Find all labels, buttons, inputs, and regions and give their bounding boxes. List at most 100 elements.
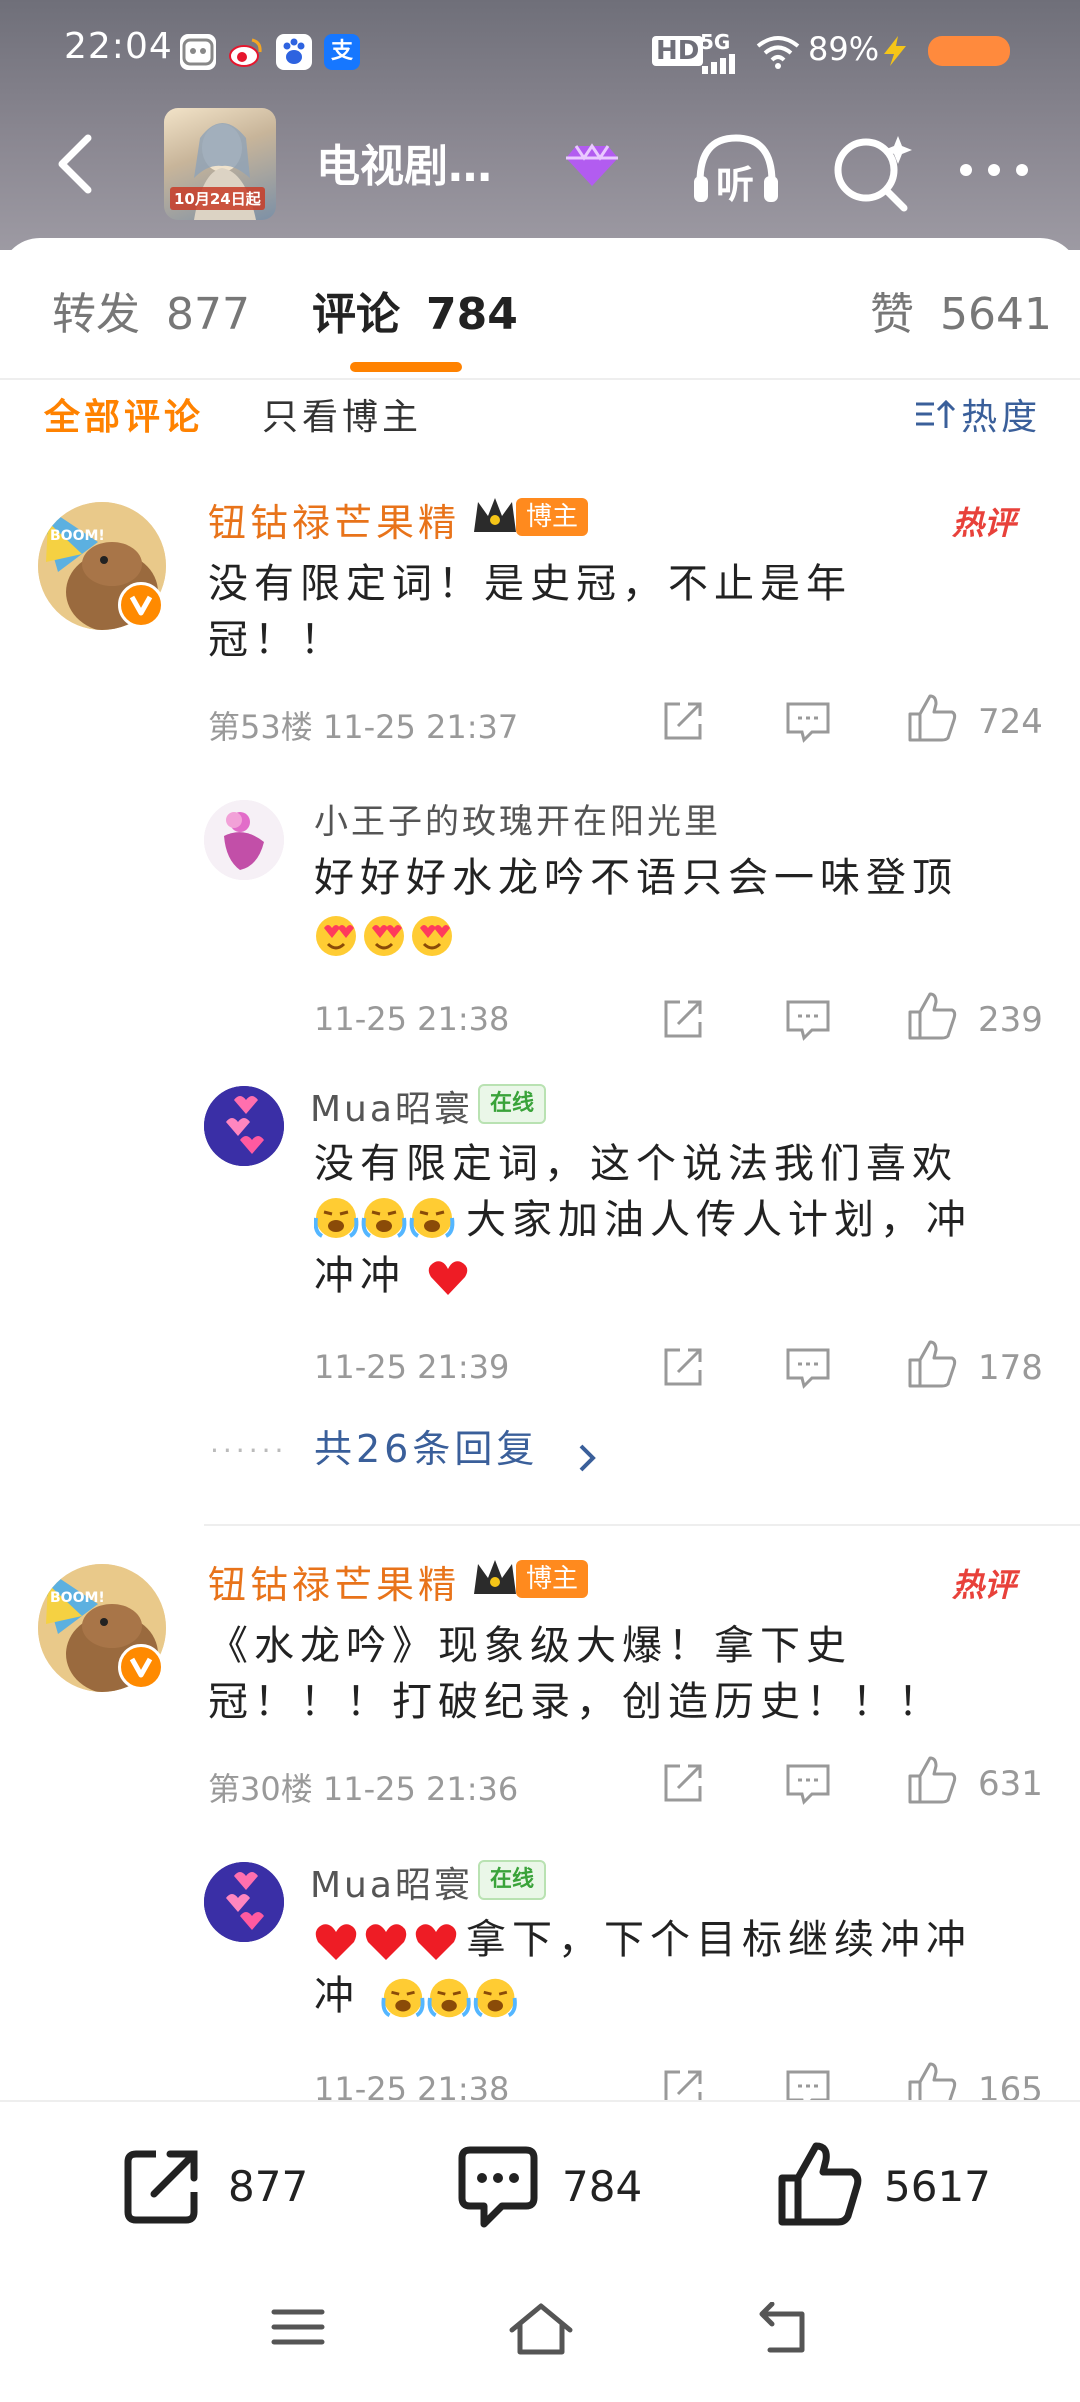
- like-count: 724: [978, 702, 1043, 742]
- back-button[interactable]: [40, 124, 120, 204]
- reply-icon[interactable]: [784, 698, 832, 748]
- more-replies-label: 共26条回复: [314, 1427, 539, 1471]
- host-badge: 博主: [516, 1560, 589, 1598]
- comment-button[interactable]: 784: [454, 2142, 654, 2242]
- like-icon[interactable]: [906, 1754, 960, 1810]
- search-button[interactable]: [822, 120, 922, 220]
- comment-count: 784: [562, 2162, 643, 2211]
- active-tab-indicator: [350, 362, 462, 372]
- tab-repost[interactable]: 转发 877: [52, 278, 250, 342]
- like-count: 178: [978, 1348, 1043, 1388]
- like-icon[interactable]: [906, 1338, 960, 1394]
- comment-author[interactable]: 钮钴禄芒果精: [208, 1554, 460, 1609]
- tab-like-label: 赞: [870, 289, 914, 340]
- more-button[interactable]: [948, 120, 1048, 220]
- hot-comment-badge: 热评: [952, 1566, 1017, 1604]
- system-menu-button[interactable]: [270, 2302, 326, 2356]
- avatar[interactable]: [204, 1086, 284, 1166]
- more-replies-link[interactable]: 共26条回复: [314, 1418, 603, 1476]
- tab-comment-count: 784: [426, 289, 518, 340]
- system-back-button[interactable]: [752, 2301, 812, 2360]
- pink-hearts-avatar-image: [204, 1862, 284, 1942]
- crying-laughing-emoji-icon: [381, 1978, 517, 2018]
- tab-bar: 转发 877 评论 784 赞 5641: [0, 238, 1080, 378]
- crown-icon: [470, 1556, 520, 1604]
- avatar[interactable]: [204, 800, 284, 880]
- listen-label: 听: [716, 163, 755, 207]
- share-icon[interactable]: [660, 1344, 706, 1394]
- sort-label: 热度: [961, 397, 1042, 438]
- tab-repost-count: 877: [166, 289, 250, 340]
- battery-percent: 89%: [808, 30, 880, 68]
- like-total-count: 5617: [884, 2162, 991, 2211]
- network-type: 5G: [700, 30, 731, 54]
- reply-text: 拿下，下个目标继续冲冲: [466, 1917, 972, 1963]
- battery-icon: [928, 36, 1010, 66]
- sort-by-hot-button[interactable]: 热度: [912, 388, 1041, 440]
- tab-repost-label: 转发: [52, 289, 140, 340]
- menu-lines-icon: [271, 2309, 325, 2345]
- tab-like[interactable]: 赞 5641: [870, 278, 1052, 342]
- return-icon: [759, 2301, 805, 2353]
- comment-text: 《水龙吟》现象级大爆！拿下史 冠！！！打破纪录，创造历史！！！: [208, 1623, 944, 1725]
- hot-comment-badge: 热评: [952, 504, 1017, 542]
- filter-all-comments[interactable]: 全部评论: [44, 388, 204, 440]
- tab-divider: [0, 378, 1080, 380]
- baidu-icon: [276, 34, 312, 70]
- search-icon: [834, 136, 912, 212]
- reply-author[interactable]: Mua昭寰: [310, 1080, 473, 1132]
- avatar[interactable]: [204, 1862, 284, 1942]
- host-badge: 博主: [516, 498, 589, 536]
- status-bar: 22:04 支 HD 5G 89%: [0, 0, 1080, 100]
- filter-only-host[interactable]: 只看博主: [262, 388, 422, 440]
- bottom-action-bar: 877 784 5617: [0, 2100, 1080, 2402]
- tab-comment-label: 评论: [312, 289, 400, 340]
- tab-comment[interactable]: 评论 784: [312, 278, 518, 342]
- reply-text-continued: 冲冲: [314, 1248, 471, 1304]
- repost-button[interactable]: 877: [120, 2142, 320, 2242]
- listen-button[interactable]: 听: [686, 120, 786, 220]
- emoji-row: [313, 1192, 462, 1248]
- home-icon: [509, 2303, 573, 2355]
- charging-icon: [880, 34, 910, 72]
- share-icon[interactable]: [660, 996, 706, 1046]
- svg-text:BOOM!: BOOM!: [50, 528, 105, 544]
- red-heart-emoji-icon: [428, 1261, 467, 1295]
- share-icon[interactable]: [660, 1760, 706, 1810]
- wifi-icon: [756, 34, 800, 74]
- reply-author[interactable]: Mua昭寰: [310, 1856, 473, 1908]
- comment-icon: [458, 2146, 538, 2228]
- emoji-row: [314, 910, 464, 966]
- system-home-button[interactable]: [508, 2302, 574, 2360]
- reply-icon[interactable]: [784, 996, 832, 1046]
- like-icon[interactable]: [906, 692, 960, 748]
- verified-v-icon: [118, 582, 164, 628]
- comment-floor-time: 第53楼 11-25 21:37: [208, 708, 519, 746]
- rose-fairy-avatar-image: [204, 800, 284, 880]
- page-title[interactable]: 电视剧…: [316, 130, 492, 194]
- crying-laughing-emoji-icon: [313, 1198, 455, 1238]
- like-count: 239: [978, 1000, 1043, 1040]
- share-icon[interactable]: [660, 698, 706, 748]
- comment-author[interactable]: 钮钴禄芒果精: [208, 492, 460, 547]
- more-replies-dots: ......: [210, 1426, 288, 1459]
- more-dots-icon: [960, 164, 1028, 176]
- reply-text-continued: 冲: [314, 1968, 527, 2024]
- sort-icon: [916, 399, 956, 428]
- reply-icon[interactable]: [784, 1760, 832, 1810]
- like-button[interactable]: 5617: [776, 2138, 1016, 2238]
- signal-icon: [700, 52, 740, 78]
- drama-poster-thumbnail[interactable]: 10月24日起: [164, 108, 276, 220]
- poster-date: 10月24日起: [170, 187, 265, 210]
- like-count: 631: [978, 1764, 1043, 1804]
- status-time: 22:04: [64, 26, 173, 67]
- reply-text: 没有限定词，这个说法我们喜欢: [314, 1141, 958, 1187]
- reply-icon[interactable]: [784, 1344, 832, 1394]
- svg-text:BOOM!: BOOM!: [50, 1590, 105, 1606]
- alipay-icon: 支: [324, 34, 360, 70]
- reply-time: 11-25 21:38: [314, 1000, 510, 1038]
- vip-diamond-icon[interactable]: [562, 140, 622, 190]
- heart-eyes-emoji-icon: [316, 916, 452, 956]
- reply-author[interactable]: 小王子的玫瑰开在阳光里: [314, 794, 721, 843]
- like-icon[interactable]: [906, 990, 960, 1046]
